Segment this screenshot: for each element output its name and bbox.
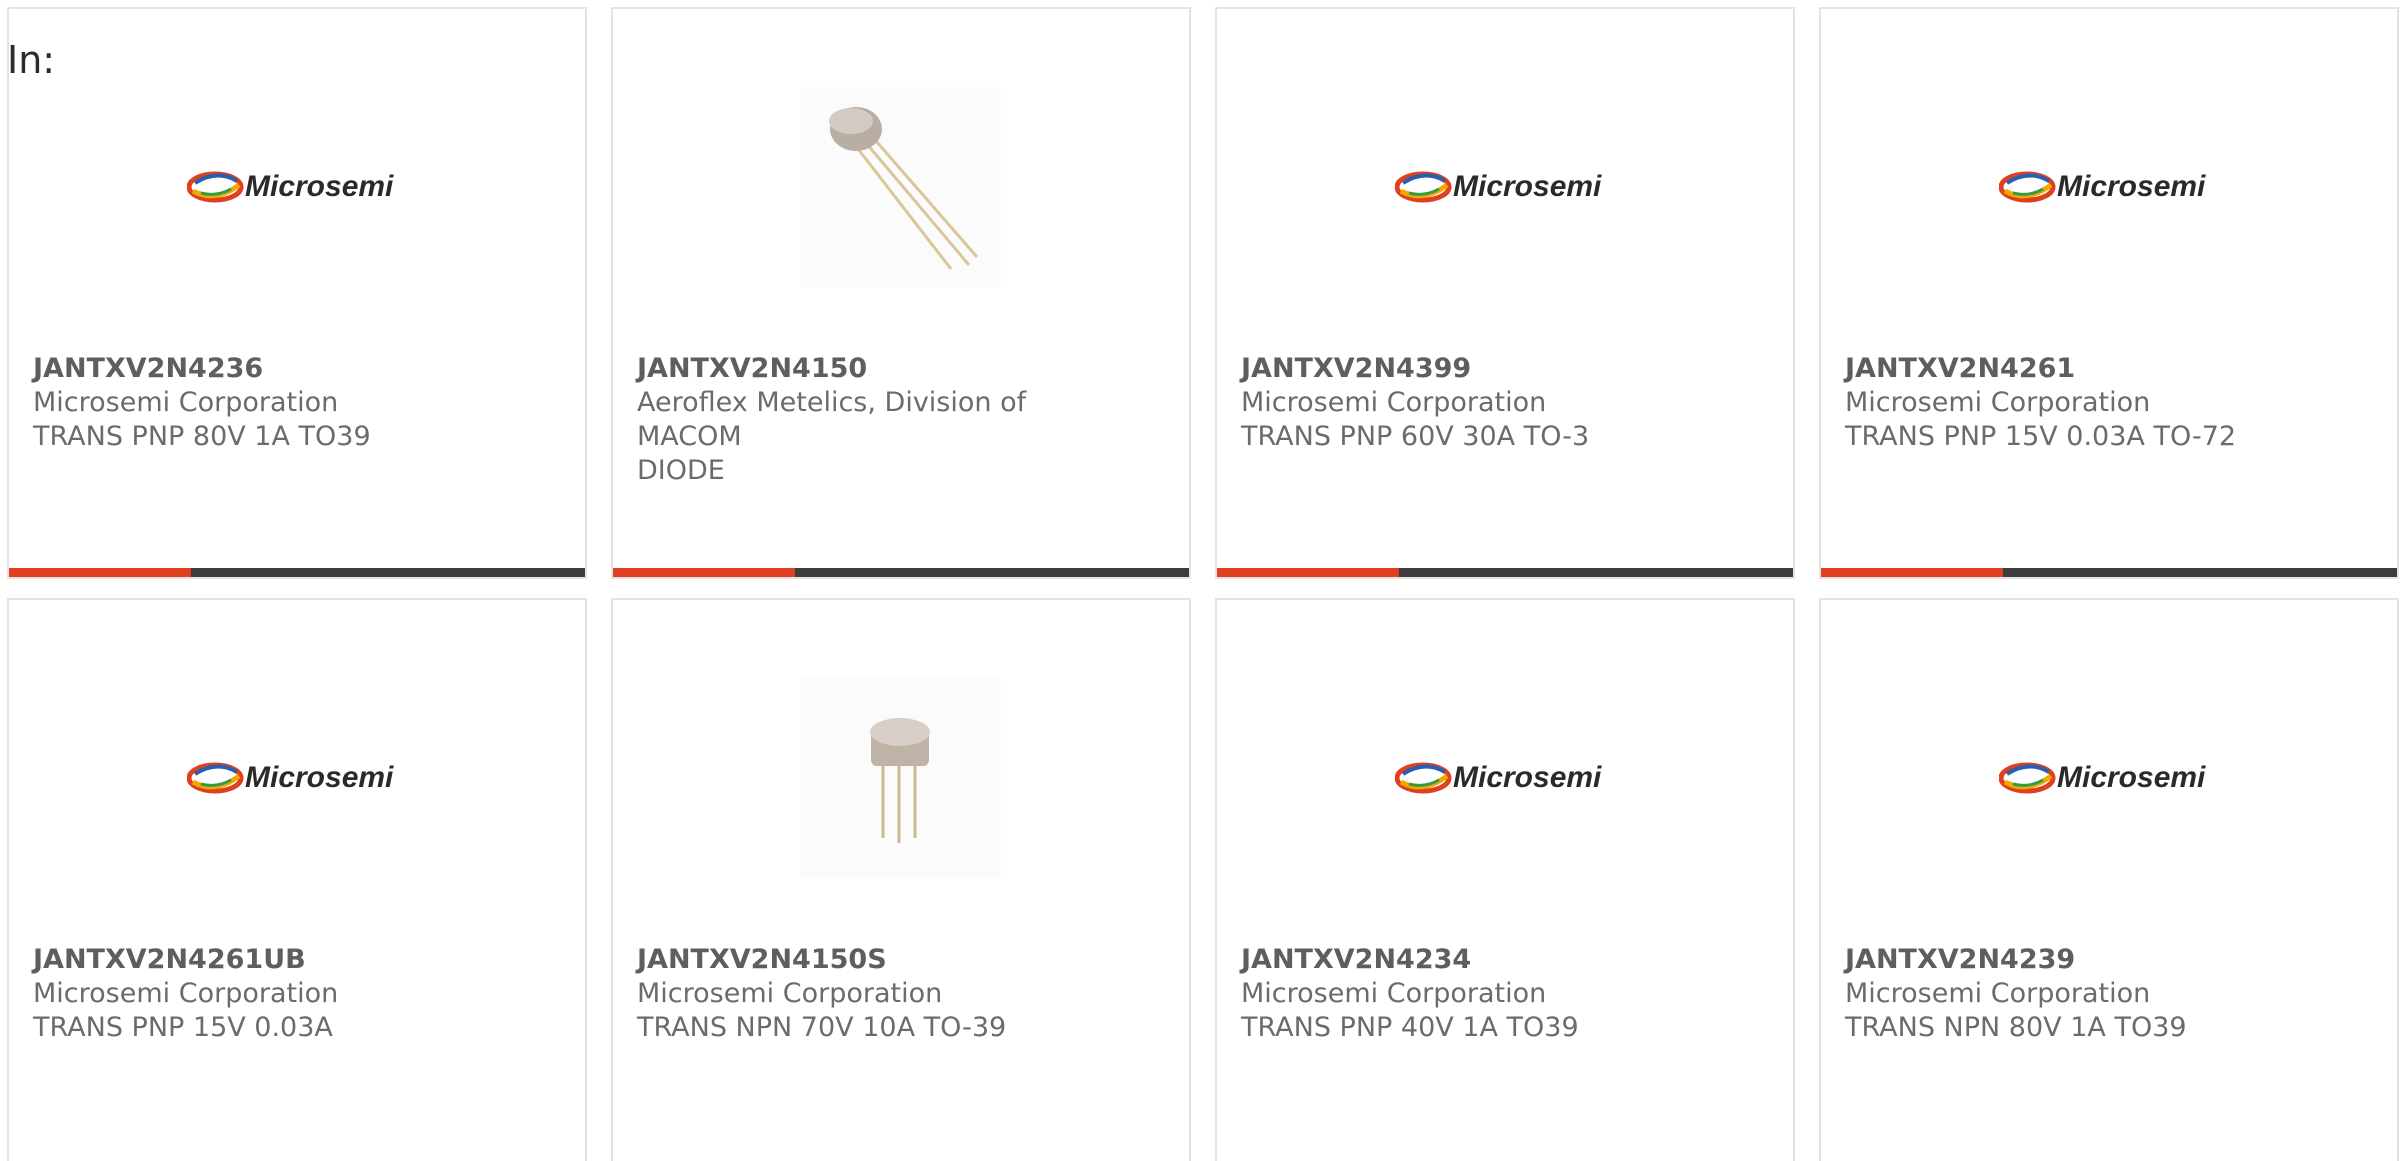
manufacturer: Microsemi Corporation [1241, 978, 1547, 1009]
part-number[interactable]: JANTXV2N4239 [1845, 943, 2265, 977]
product-image [613, 77, 1189, 297]
product-info: JANTXV2N4236 Microsemi Corporation TRANS… [33, 352, 453, 454]
product-card[interactable]: Microsemi JANTXV2N4234 Microsemi Corpora… [1215, 598, 1795, 1161]
description: TRANS NPN 80V 1A TO39 [1845, 1012, 2187, 1043]
product-image: Microsemi [1217, 668, 1793, 888]
transistor-photo [801, 678, 1001, 878]
part-number[interactable]: JANTXV2N4150 [637, 352, 1057, 386]
product-image: Microsemi [1821, 668, 2397, 888]
svg-text:Microsemi: Microsemi [2057, 761, 2206, 794]
manufacturer: Aeroflex Metelics, Division of MACOM [637, 387, 1027, 452]
product-card[interactable]: Microsemi JANTXV2N4239 Microsemi Corpora… [1819, 598, 2399, 1161]
product-image: Microsemi [1821, 77, 2397, 297]
microsemi-logo: Microsemi [1395, 170, 1602, 203]
product-info: JANTXV2N4399 Microsemi Corporation TRANS… [1241, 352, 1661, 454]
product-card[interactable]: JANTXV2N4150 Aeroflex Metelics, Division… [611, 7, 1191, 579]
card-bar [9, 568, 585, 577]
card-bar-accent [1821, 568, 2003, 577]
filter-label: In: [7, 38, 56, 82]
description: TRANS PNP 15V 0.03A TO-72 [1845, 421, 2237, 452]
svg-text:Microsemi: Microsemi [1453, 170, 1602, 203]
description: TRANS PNP 40V 1A TO39 [1241, 1012, 1579, 1043]
product-info: JANTXV2N4261UB Microsemi Corporation TRA… [33, 943, 453, 1045]
description: TRANS PNP 60V 30A TO-3 [1241, 421, 1590, 452]
svg-text:Microsemi: Microsemi [1453, 761, 1602, 794]
manufacturer: Microsemi Corporation [33, 978, 339, 1009]
product-grid-page: In: Microsemi JANTXV2N4236 Microsemi Cor… [0, 0, 2400, 1161]
manufacturer: Microsemi Corporation [1845, 978, 2151, 1009]
manufacturer: Microsemi Corporation [33, 387, 339, 418]
product-info: JANTXV2N4239 Microsemi Corporation TRANS… [1845, 943, 2265, 1045]
card-bar [1821, 568, 2397, 577]
product-image [613, 668, 1189, 888]
part-number[interactable]: JANTXV2N4150S [637, 943, 1057, 977]
transistor-photo [801, 87, 1001, 287]
product-card[interactable]: JANTXV2N4150S Microsemi Corporation TRAN… [611, 598, 1191, 1161]
product-image: Microsemi [9, 77, 585, 297]
microsemi-logo: Microsemi [187, 170, 394, 203]
svg-text:Microsemi: Microsemi [2057, 170, 2206, 203]
svg-text:Microsemi: Microsemi [245, 761, 394, 794]
manufacturer: Microsemi Corporation [637, 978, 943, 1009]
description: DIODE [637, 455, 725, 486]
description: TRANS PNP 15V 0.03A [33, 1012, 333, 1043]
microsemi-logo: Microsemi [1395, 761, 1602, 794]
microsemi-logo: Microsemi [1999, 170, 2206, 203]
part-number[interactable]: JANTXV2N4236 [33, 352, 453, 386]
part-number[interactable]: JANTXV2N4399 [1241, 352, 1661, 386]
part-number[interactable]: JANTXV2N4261 [1845, 352, 2265, 386]
product-image: Microsemi [1217, 77, 1793, 297]
product-info: JANTXV2N4150S Microsemi Corporation TRAN… [637, 943, 1057, 1045]
product-card[interactable]: Microsemi JANTXV2N4236 Microsemi Corpora… [7, 7, 587, 579]
description: TRANS PNP 80V 1A TO39 [33, 421, 371, 452]
product-card[interactable]: Microsemi JANTXV2N4261 Microsemi Corpora… [1819, 7, 2399, 579]
part-number[interactable]: JANTXV2N4234 [1241, 943, 1661, 977]
card-bar-accent [9, 568, 191, 577]
card-bar [613, 568, 1189, 577]
microsemi-logo: Microsemi [1999, 761, 2206, 794]
card-bar-accent [613, 568, 795, 577]
microsemi-logo: Microsemi [187, 761, 394, 794]
card-bar [1217, 568, 1793, 577]
manufacturer: Microsemi Corporation [1241, 387, 1547, 418]
part-number[interactable]: JANTXV2N4261UB [33, 943, 453, 977]
product-image: Microsemi [9, 668, 585, 888]
svg-text:Microsemi: Microsemi [245, 170, 394, 203]
manufacturer: Microsemi Corporation [1845, 387, 2151, 418]
description: TRANS NPN 70V 10A TO-39 [637, 1012, 1007, 1043]
product-card[interactable]: Microsemi JANTXV2N4399 Microsemi Corpora… [1215, 7, 1795, 579]
product-info: JANTXV2N4150 Aeroflex Metelics, Division… [637, 352, 1057, 488]
card-bar-accent [1217, 568, 1399, 577]
product-info: JANTXV2N4261 Microsemi Corporation TRANS… [1845, 352, 2265, 454]
product-card[interactable]: Microsemi JANTXV2N4261UB Microsemi Corpo… [7, 598, 587, 1161]
product-grid: Microsemi JANTXV2N4236 Microsemi Corpora… [7, 7, 2400, 1161]
product-info: JANTXV2N4234 Microsemi Corporation TRANS… [1241, 943, 1661, 1045]
